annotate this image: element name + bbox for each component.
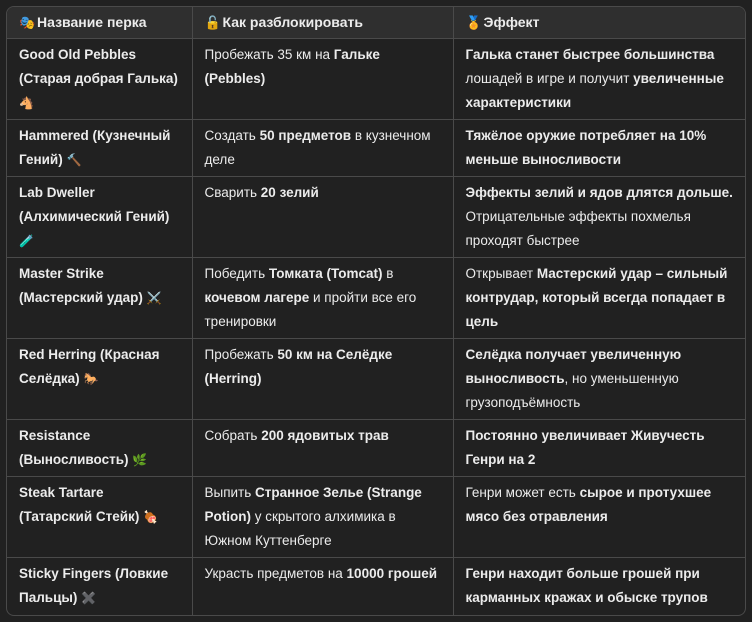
unlock-text-segment: Пробежать 35 км на [204,46,334,62]
perk-name: Lab Dweller (Алхимический Гений) [19,184,170,224]
header-unlock: 🔓 Как разблокировать [192,7,454,39]
perk-name: Good Old Pebbles (Старая добрая Галька) [19,46,178,86]
table-row: Good Old Pebbles (Старая добрая Галька) … [7,38,745,120]
unlock-cell: Выпить Странное Зелье (Strange Potion) у… [192,476,454,559]
table-row: Steak Tartare (Татарский Стейк) 🍖 Выпить … [7,476,745,559]
table-row: Lab Dweller (Алхимический Гений) 🧪 Сварит… [7,176,745,258]
perk-name-cell: Hammered (Кузнечный Гений) 🔨 [7,119,193,177]
effect-cell: Селёдка получает увеличенную выносливост… [453,338,745,421]
effect-text-segment: Галька станет быстрее большинства [465,46,715,62]
perk-name-cell: Good Old Pebbles (Старая добрая Галька) … [7,38,193,120]
table-row: Master Strike (Мастерский удар) ⚔️ Победи… [7,257,745,340]
effect-text-segment: Эффекты зелий и ядов длятся дольше. [465,184,733,200]
effect-text-segment: Постоянно увеличивает Живучесть Генри на… [465,428,705,468]
horse-icon: 🐴 [19,95,34,110]
perks-table: 🎭 Название перка 🔓 Как разблокировать 🏅 Эфф… [7,7,745,615]
perk-name-cell: Master Strike (Мастерский удар) ⚔️ [7,257,193,340]
herb-icon: 🌿 [132,453,148,468]
header-effect: 🏅 Эффект [453,7,745,39]
effect-cell: Тяжёлое оружие потребляет на 10% меньше … [453,119,745,177]
unlock-text-segment: 20 зелий [260,184,319,200]
unlock-text-segment: 50 предметов [259,127,352,143]
unlock-cell: Собрать 200 ядовитых трав [192,419,454,478]
unlock-text-segment: 10000 грошей [346,566,438,582]
table-row: Hammered (Кузнечный Гений) 🔨 Создать 50 п… [7,119,745,177]
unlock-text-segment: Украсть предметов на [204,566,347,582]
perk-name: Hammered (Кузнечный Гений) [19,127,171,167]
perk-name: Master Strike (Мастерский удар) [19,265,143,305]
effect-cell: Постоянно увеличивает Живучесть Генри на… [453,419,745,478]
effect-text-segment: Открывает [465,265,537,281]
unlock-text-segment: Собрать [204,428,262,444]
perk-name-cell: Resistance (Выносливость) 🌿 [7,419,193,478]
unlock-cell: Украсть предметов на 10000 грошей [192,557,454,615]
header-label: Название перка [37,13,147,30]
unlock-cell: Победить Томката (Tomcat) в кочевом лаге… [192,257,454,340]
unlock-text-segment: 200 ядовитых трав [261,428,389,444]
table-row: Resistance (Выносливость) 🌿 Собрать 200 я… [7,419,745,478]
effect-cell: Генри может есть сырое и протухшее мясо … [453,476,745,559]
effect-cell: Генри находит больше грошей при карманны… [453,558,745,615]
crossed-swords-icon: ⚔️ [146,290,162,305]
unlock-cell: Пробежать 35 км на Гальке (Pebbles) [192,38,454,120]
effect-cell: Открывает Мастерский удар – сильный конт… [453,257,745,340]
perk-name: Steak Tartare (Татарский Стейк) [19,485,140,525]
unlock-text-segment: Пробежать [204,347,278,363]
horse-icon: 🐎 [83,372,99,387]
unlocked-padlock-icon: 🔓 [204,14,221,30]
unlock-text-segment: Победить [204,265,269,281]
unlock-text-segment: Создать [204,127,260,143]
perk-name-cell: Lab Dweller (Алхимический Гений) 🧪 [7,176,193,258]
effect-cell: Эффекты зелий и ядов длятся дольше. Отри… [453,176,745,258]
effect-text-segment: Генри может есть [465,485,580,501]
header-label: Эффект [483,13,540,30]
test-tube-icon: 🧪 [19,233,34,248]
meat-icon: 🍖 [143,510,159,525]
unlock-cell: Сварить 20 зелий [192,176,454,258]
theater-masks-icon: 🎭 [19,14,36,30]
effect-text-segment: Генри находит больше грошей при карманны… [465,566,708,606]
table-row: Red Herring (Красная Селёдка) 🐎 Пробежать… [7,338,745,421]
unlock-text-segment: Томката (Tomcat) [268,265,383,281]
effect-text-segment: Тяжёлое оружие потребляет на 10% меньше … [465,127,707,167]
unlock-text-segment: Сварить [204,184,261,200]
perks-table-container: 🎭 Название перка 🔓 Как разблокировать 🏅 Эфф… [6,6,746,616]
perk-name-cell: Steak Tartare (Татарский Стейк) 🍖 [7,476,193,559]
effect-text-segment: Отрицательные эффекты похмелья проходят … [465,208,691,248]
effect-text-segment: лошадей в игре и получит [465,70,634,86]
unlock-text-segment: кочевом лагере [204,289,310,305]
cross-mark-icon: ✖️ [81,591,97,606]
perk-name: Resistance (Выносливость) [19,428,129,468]
table-header-row: 🎭 Название перка 🔓 Как разблокировать 🏅 Эфф… [7,7,745,39]
header-perk-name: 🎭 Название перка [7,7,193,39]
unlock-text-segment: в [382,265,394,281]
medal-icon: 🏅 [465,14,482,30]
perk-name-cell: Red Herring (Красная Селёдка) 🐎 [7,338,193,421]
table-row: Sticky Fingers (Ловкие Пальцы) ✖️ Украсть… [7,557,745,615]
unlock-cell: Создать 50 предметов в кузнечном деле [192,119,454,177]
perk-name-cell: Sticky Fingers (Ловкие Пальцы) ✖️ [7,557,193,615]
hammer-icon: 🔨 [66,152,82,167]
unlock-cell: Пробежать 50 км на Селёдке (Herring) [192,338,454,421]
unlock-text-segment: Выпить [204,485,256,501]
header-label: Как разблокировать [222,13,363,30]
effect-cell: Галька станет быстрее большинства лошаде… [453,38,745,120]
